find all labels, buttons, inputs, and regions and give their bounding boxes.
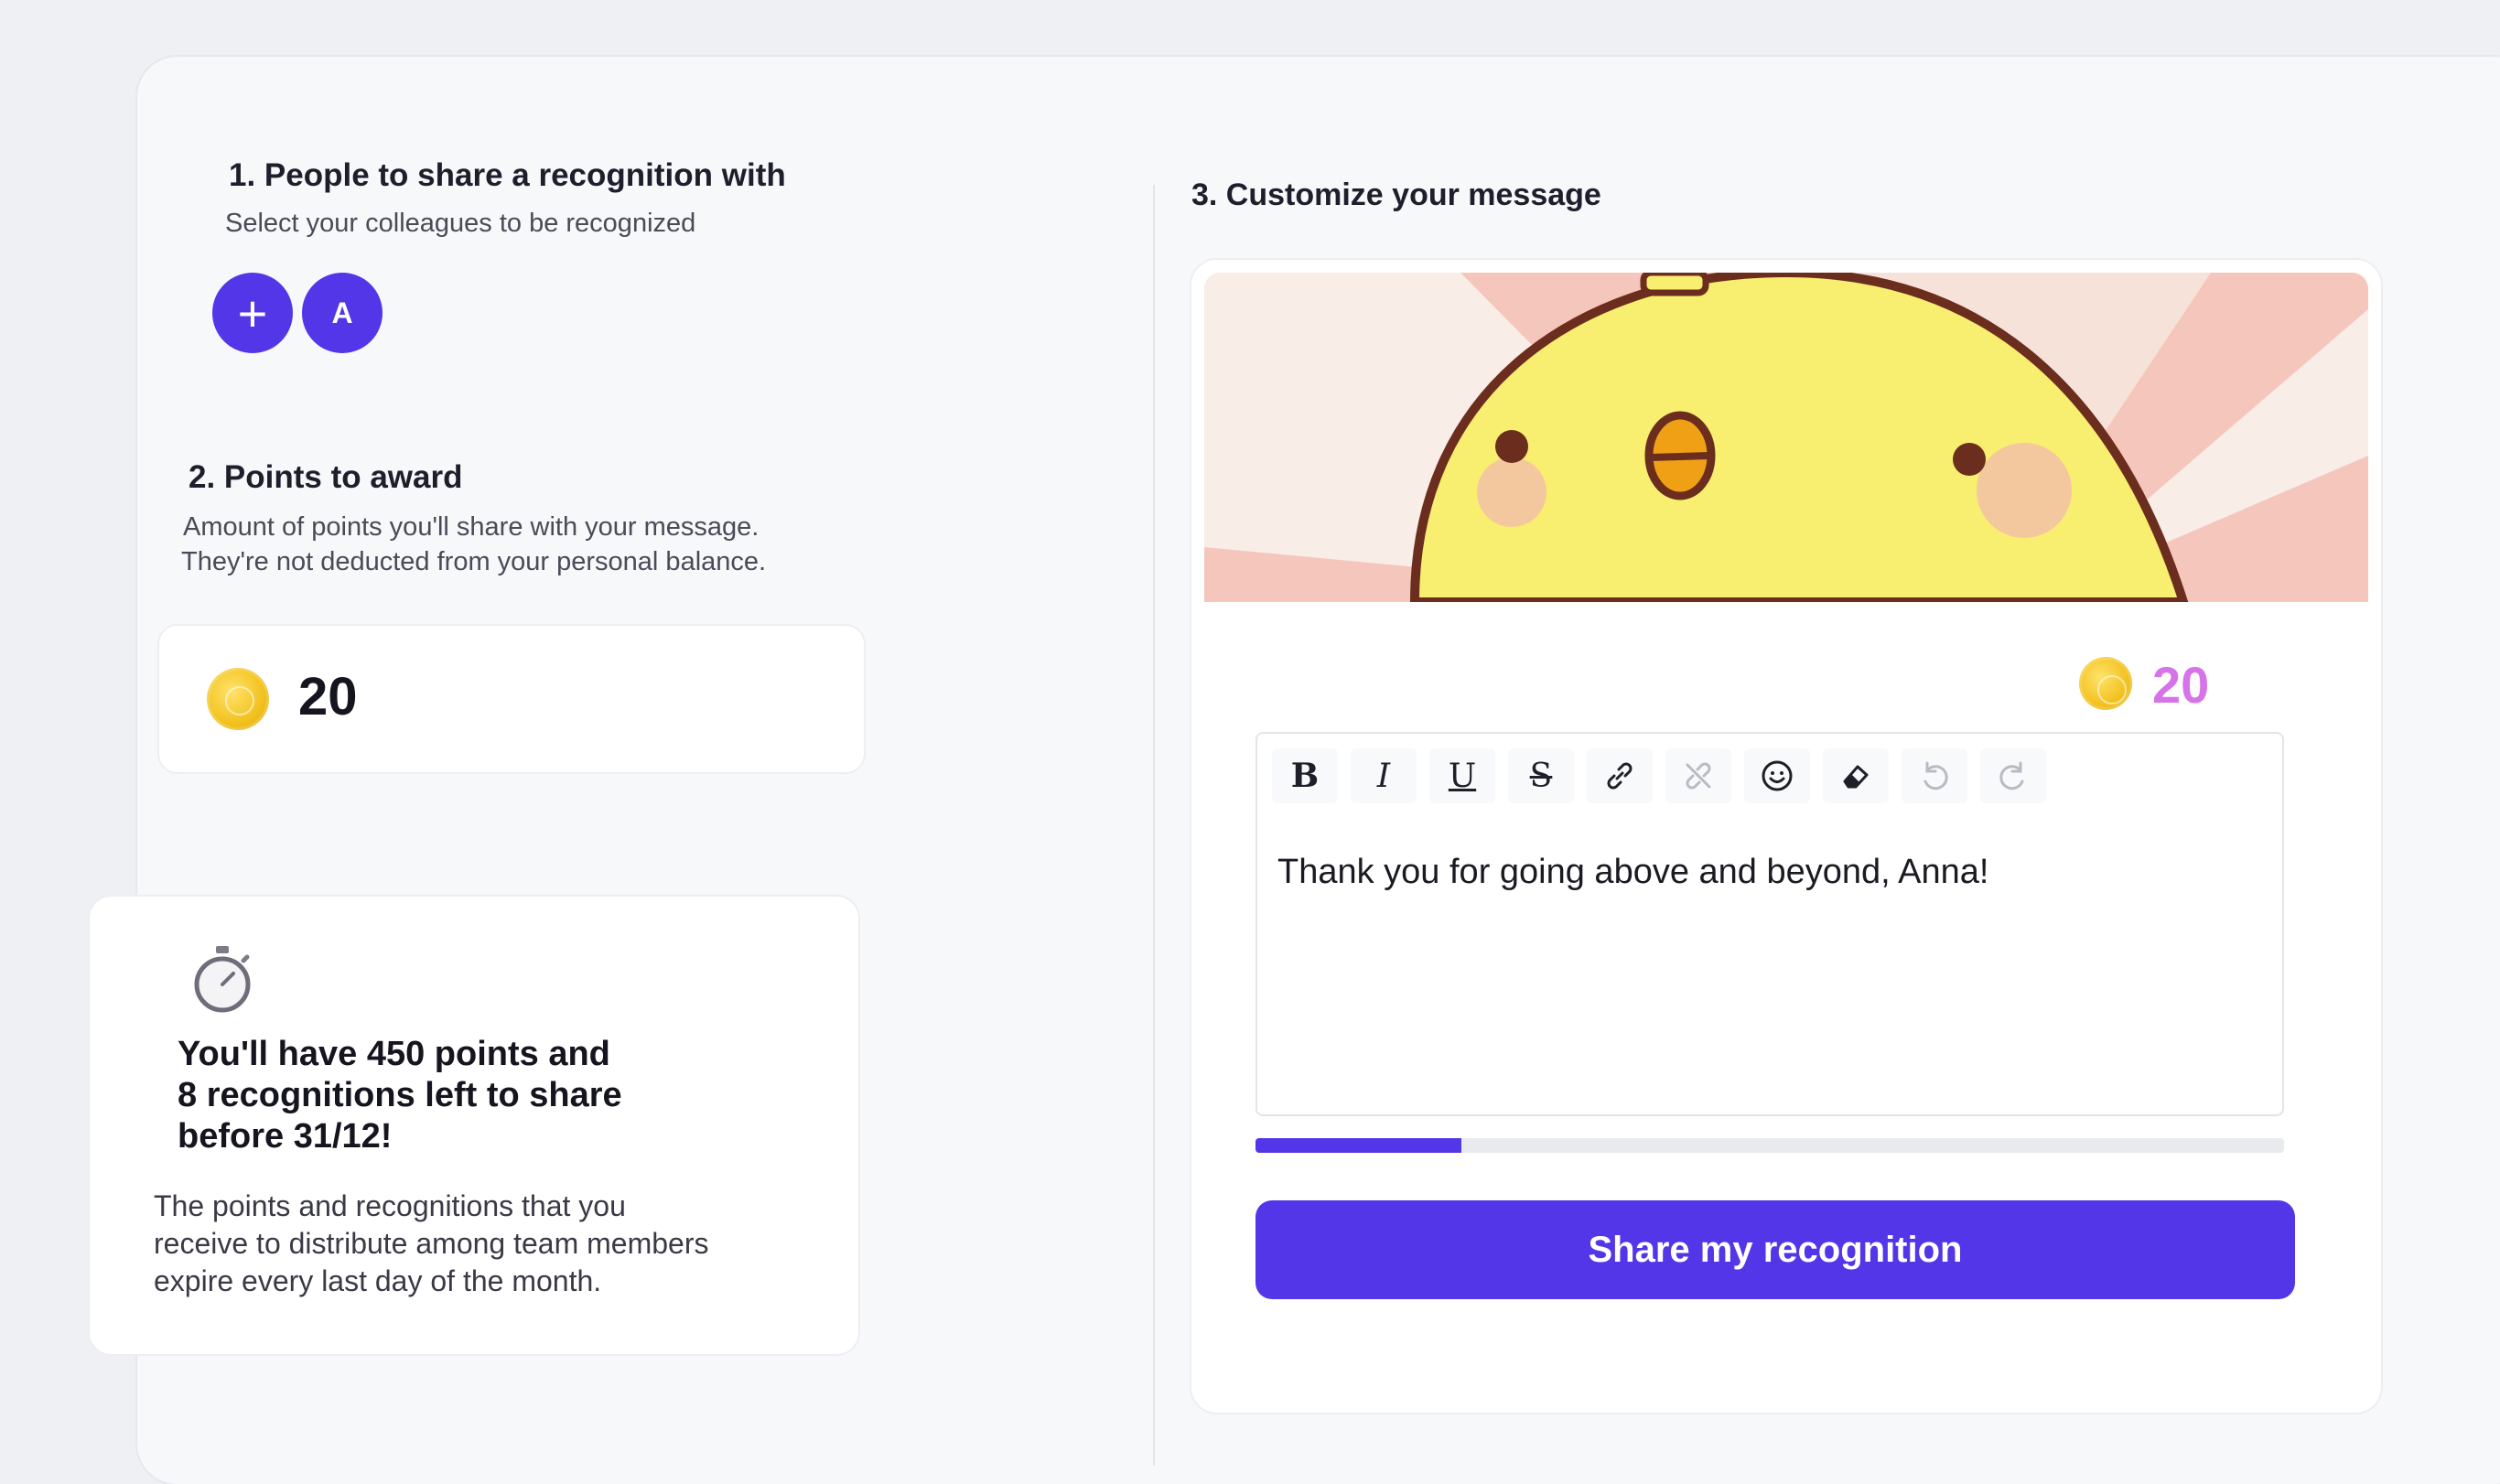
underline-button[interactable]: U [1429, 748, 1495, 803]
message-length-progress [1255, 1138, 2284, 1153]
points-value: 20 [298, 667, 358, 726]
recognition-gif-banner[interactable] [1204, 273, 2368, 602]
allowance-body-line2: receive to distribute among team members [154, 1226, 709, 1260]
unlink-icon [1686, 762, 1711, 790]
message-length-progress-fill [1255, 1138, 1461, 1153]
italic-button[interactable]: I [1351, 748, 1417, 803]
link-icon [1607, 762, 1633, 790]
coin-icon [207, 668, 269, 730]
message-editor[interactable]: B I U S Thank you for going above and be… [1255, 732, 2284, 1116]
share-recognition-button[interactable]: Share my recognition [1255, 1200, 2295, 1299]
bold-button[interactable]: B [1272, 748, 1338, 803]
allowance-heading-line3: before 31/12! [178, 1116, 393, 1156]
coin-icon-small [2079, 657, 2132, 710]
chick-illustration [1204, 273, 2368, 602]
eraser-icon [1843, 765, 1869, 789]
italic-icon: I [1376, 757, 1391, 795]
plus-icon: + [237, 284, 268, 342]
allowance-body: The points and recognitions that you rec… [154, 1188, 813, 1300]
bold-icon: B [1290, 757, 1320, 795]
redo-icon [1999, 761, 2024, 790]
points-input[interactable]: 20 [157, 624, 866, 774]
allowance-heading-line1: You'll have 450 points and [178, 1035, 610, 1073]
strikethrough-button[interactable]: S [1508, 748, 1574, 803]
message-card: 20 B I U S Thank you for going above and… [1190, 258, 2383, 1414]
add-colleague-button[interactable]: + [212, 273, 293, 353]
redo-button[interactable] [1980, 748, 2046, 803]
undo-icon [1923, 761, 1948, 790]
step3-title: 3. Customize your message [1191, 177, 1601, 212]
message-points-badge: 20 [2152, 656, 2210, 714]
selected-colleague-avatar[interactable]: A [302, 273, 383, 353]
underline-icon: U [1448, 757, 1477, 795]
avatar-initial: A [331, 296, 353, 329]
step1-title: 1. People to share a recognition with [229, 157, 786, 193]
strikethrough-icon: S [1529, 757, 1553, 795]
smiley-icon [1762, 760, 1793, 791]
allowance-info-card: You'll have 450 points and 8 recognition… [88, 895, 860, 1356]
allowance-heading: You'll have 450 points and 8 recognition… [178, 1034, 690, 1156]
allowance-heading-line2: 8 recognitions left to share [178, 1075, 622, 1114]
clear-format-button[interactable] [1823, 748, 1889, 803]
undo-button[interactable] [1902, 748, 1967, 803]
column-divider [1153, 185, 1155, 1466]
step2-title: 2. Points to award [189, 459, 463, 495]
stopwatch-icon [194, 946, 251, 1013]
allowance-body-line3: expire every last day of the month. [154, 1264, 602, 1297]
message-text[interactable]: Thank you for going above and beyond, An… [1277, 853, 1988, 892]
link-button[interactable] [1587, 748, 1653, 803]
editor-toolbar: B I U S [1272, 748, 2046, 805]
unlink-button[interactable] [1665, 748, 1731, 803]
allowance-body-line1: The points and recognitions that you [154, 1189, 626, 1222]
step1-subtitle: Select your colleagues to be recognized [225, 209, 696, 238]
emoji-button[interactable] [1744, 748, 1810, 803]
step2-subtitle-line2: They're not deducted from your personal … [181, 547, 767, 576]
step2-subtitle-line1: Amount of points you'll share with your … [183, 512, 760, 542]
